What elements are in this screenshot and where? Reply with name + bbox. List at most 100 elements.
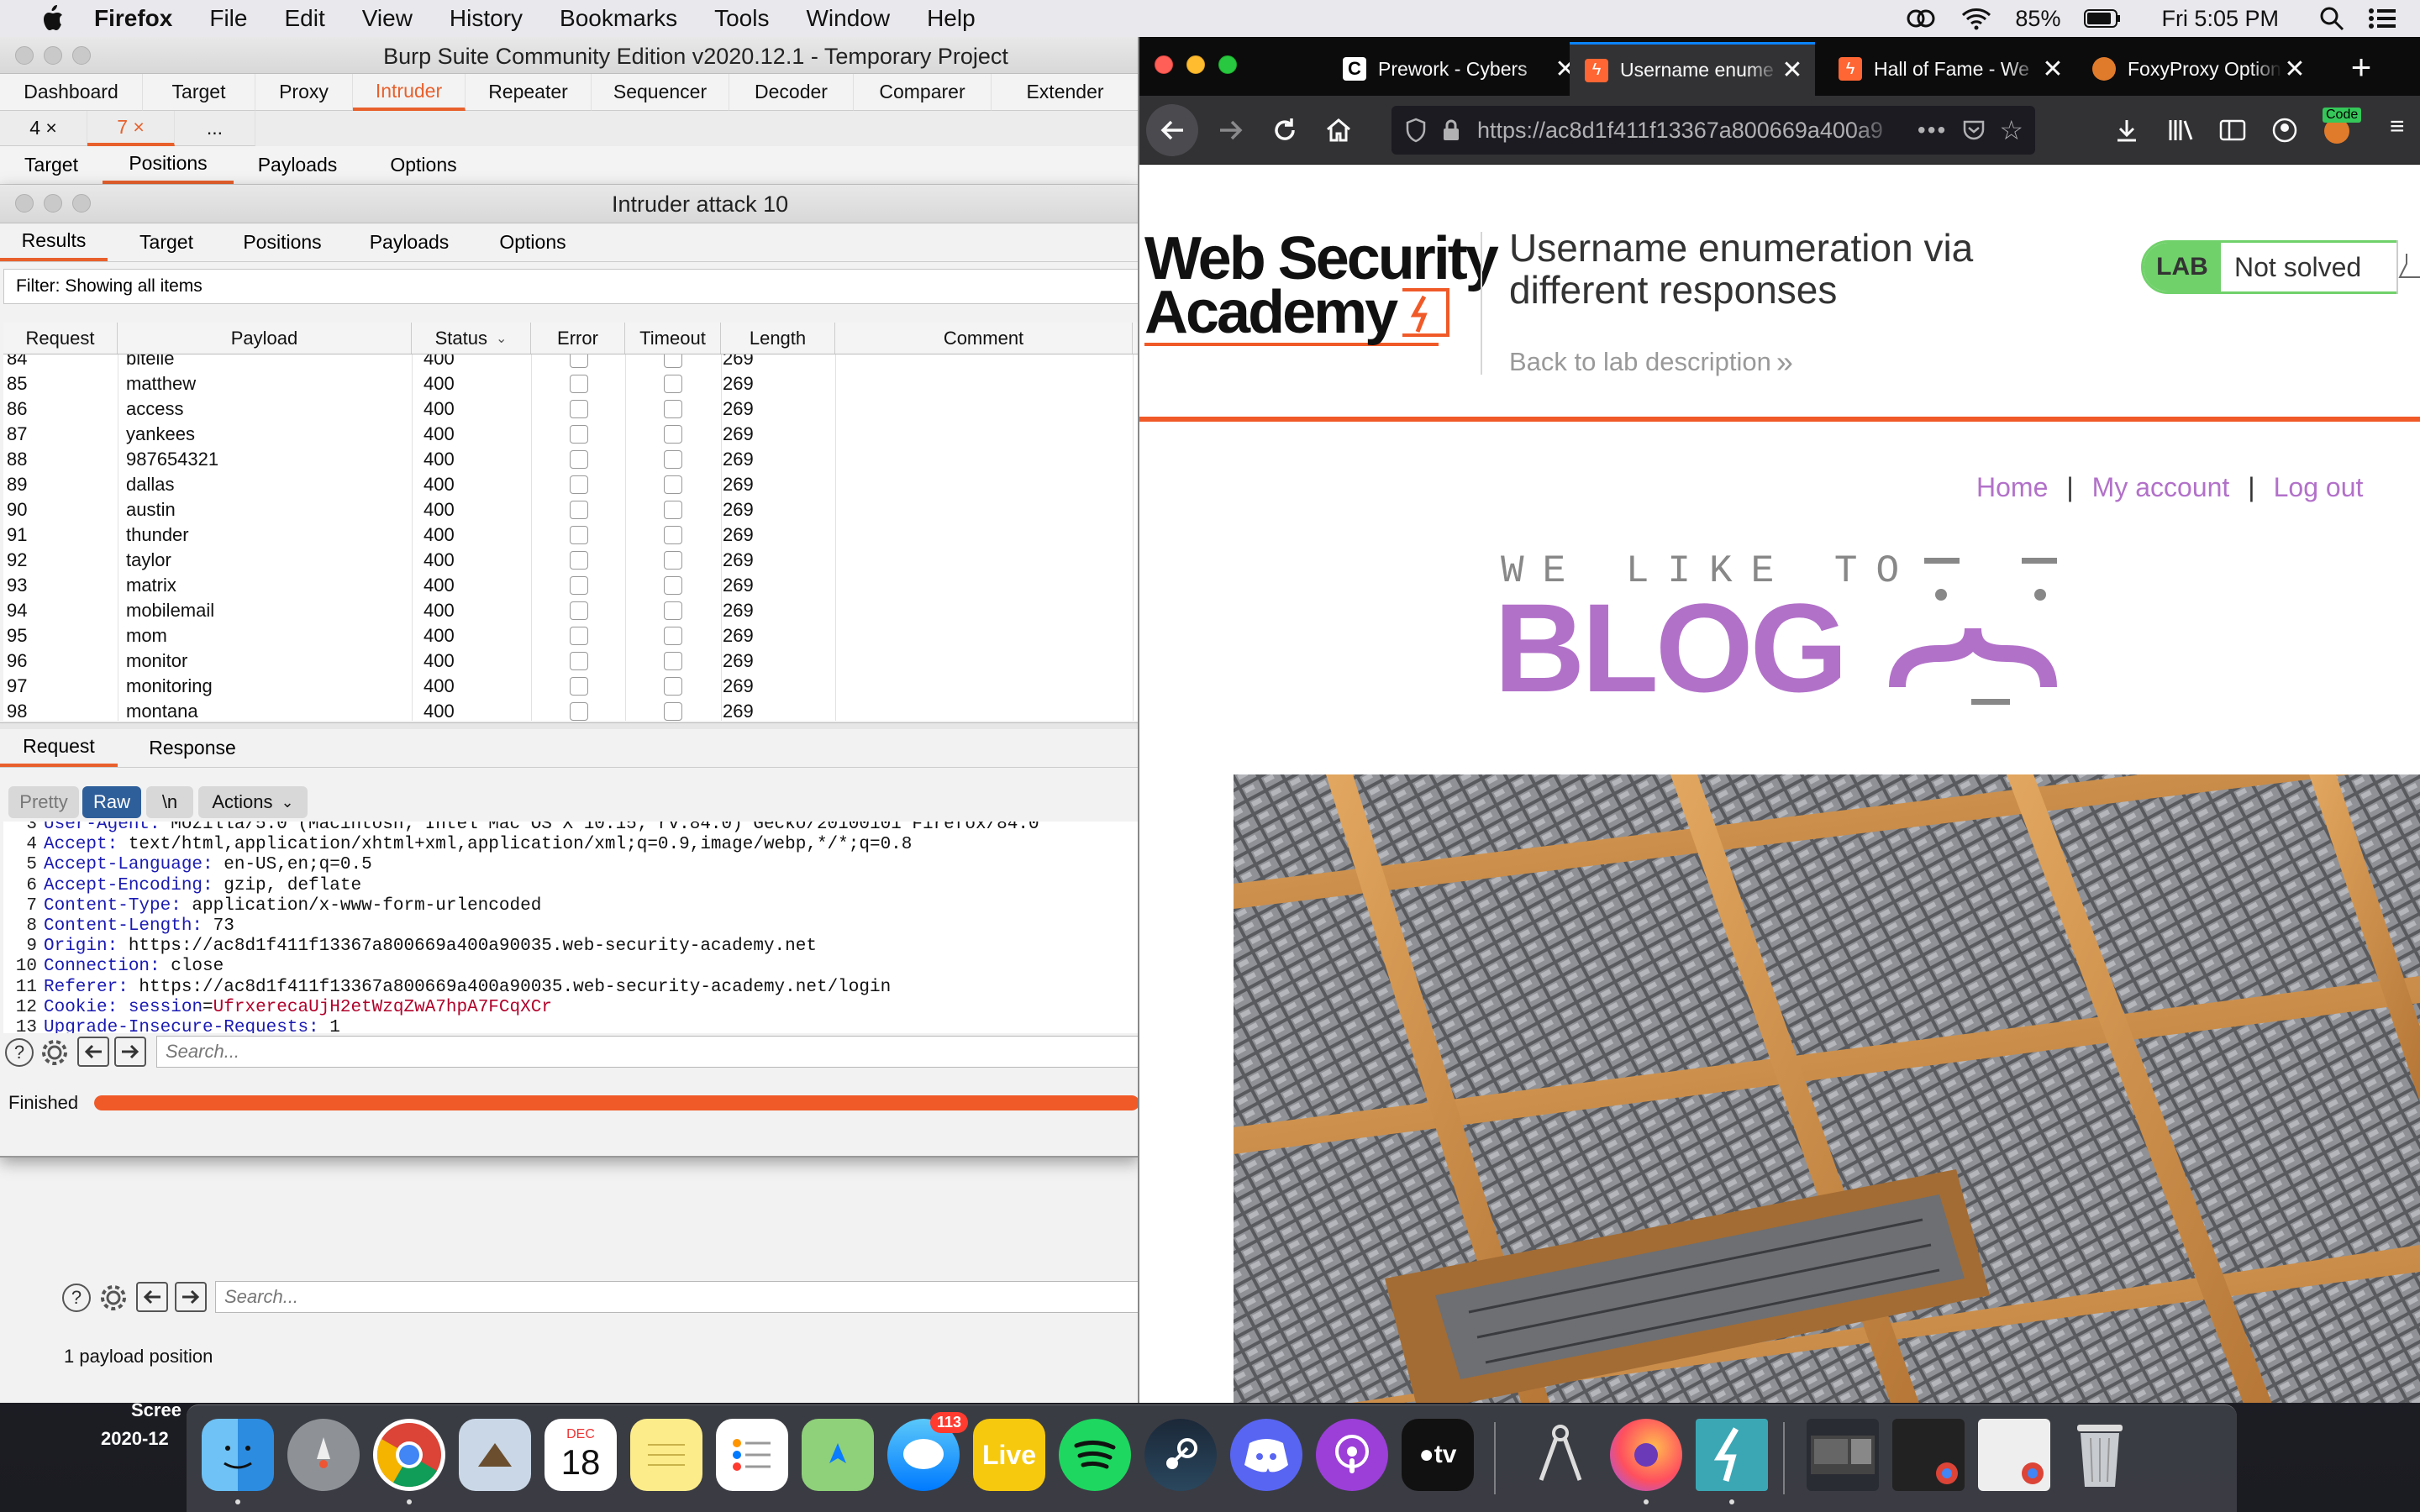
podcasts-icon[interactable] (1316, 1419, 1388, 1491)
finder-icon[interactable] (202, 1419, 274, 1491)
nav-home[interactable]: Home (1976, 472, 2048, 503)
newline-toggle-button[interactable]: \n (146, 786, 193, 818)
table-row[interactable]: 94 mobilemail 400 269 (3, 598, 1138, 623)
hamburger-menu-icon[interactable]: ≡ (2390, 113, 2415, 146)
bookmark-star-icon[interactable]: ☆ (1999, 114, 2023, 146)
calendar-icon[interactable]: DEC 18 (544, 1419, 617, 1491)
ableton-live-icon[interactable]: Live (973, 1419, 1045, 1491)
menu-bookmarks[interactable]: Bookmarks (560, 5, 677, 32)
forward-arrow-icon[interactable] (175, 1282, 207, 1312)
col-payload[interactable]: Payload (118, 323, 412, 354)
results-tab-positions[interactable]: Positions (225, 223, 339, 261)
table-row[interactable]: 96 monitor 400 269 (3, 648, 1138, 674)
tab-repeater[interactable]: Repeater (466, 74, 592, 111)
back-icon[interactable] (1146, 104, 1198, 156)
creative-cloud-icon[interactable] (1904, 7, 1938, 30)
notes-icon[interactable] (630, 1419, 702, 1491)
spotify-icon[interactable] (1059, 1419, 1131, 1491)
home-icon[interactable] (1316, 108, 1361, 153)
intruder-tab-target[interactable]: Target (0, 146, 103, 184)
launchpad-icon[interactable] (287, 1419, 360, 1491)
burp-suite-icon[interactable] (1696, 1419, 1768, 1491)
pocket-icon[interactable] (1962, 119, 1986, 141)
table-row[interactable]: 89 dallas 400 269 (3, 472, 1138, 497)
raw-button[interactable]: Raw (82, 786, 141, 818)
tab-comparer[interactable]: Comparer (854, 74, 992, 111)
minimized-window-thumb-3[interactable] (1978, 1419, 2050, 1491)
results-tab-payloads[interactable]: Payloads (339, 223, 479, 261)
col-timeout[interactable]: Timeout (625, 323, 721, 354)
intruder-tab-payloads[interactable]: Payloads (234, 146, 361, 184)
results-tab-results[interactable]: Results (0, 223, 108, 261)
ff-zoom-button[interactable] (1218, 55, 1237, 74)
tab-response[interactable]: Response (118, 729, 267, 767)
library-icon[interactable] (2160, 109, 2202, 151)
table-row[interactable]: 88 987654321 400 269 (3, 447, 1138, 472)
request-editor[interactable]: 3 User-Agent: Mozilla/5.0 (Macintosh; Int… (3, 822, 1138, 1033)
col-length[interactable]: Length (721, 323, 835, 354)
chrome-icon[interactable] (373, 1419, 445, 1491)
ff-close-button[interactable] (1155, 55, 1173, 74)
account-icon[interactable] (2264, 109, 2306, 151)
table-row[interactable]: 98 montana 400 269 (3, 699, 1138, 721)
shield-icon[interactable] (1405, 118, 1427, 143)
download-icon[interactable] (2106, 109, 2148, 151)
apple-tv-icon[interactable]: ● tv (1402, 1419, 1474, 1491)
pretty-button[interactable]: Pretty (8, 786, 79, 818)
wsa-logo[interactable]: Web Security Academy (1144, 228, 1499, 346)
new-tab-plus-icon[interactable]: + (2338, 44, 2385, 91)
tab-sequencer[interactable]: Sequencer (592, 74, 729, 111)
editor-help-icon[interactable]: ? (5, 1038, 34, 1067)
menu-file[interactable]: File (209, 5, 247, 32)
col-error[interactable]: Error (531, 323, 625, 354)
menu-tools[interactable]: Tools (714, 5, 769, 32)
col-status[interactable]: Status ⌄ (412, 323, 531, 354)
attack-zoom-button[interactable] (72, 194, 91, 213)
url-bar[interactable]: https://ac8d1f411f13367a800669a400a9 •••… (1392, 106, 2035, 155)
nav-my-account[interactable]: My account (2092, 472, 2230, 503)
menu-history[interactable]: History (450, 5, 523, 32)
nav-log-out[interactable]: Log out (2274, 472, 2364, 503)
tab-dashboard[interactable]: Dashboard (0, 74, 143, 111)
tab-intruder[interactable]: Intruder (353, 74, 466, 111)
instruments-icon[interactable] (1524, 1419, 1597, 1491)
mail-stamp-icon[interactable] (459, 1419, 531, 1491)
apple-icon[interactable] (35, 5, 69, 32)
ff-tab-username-enum[interactable]: ϟ Username enume ✕ (1570, 42, 1815, 96)
menu-view[interactable]: View (362, 5, 413, 32)
table-row[interactable]: 97 monitoring 400 269 (3, 674, 1138, 699)
back-arrow-icon[interactable] (136, 1282, 168, 1312)
menu-help[interactable]: Help (927, 5, 976, 32)
table-row[interactable]: 93 matrix 400 269 (3, 573, 1138, 598)
reload-icon[interactable] (1262, 108, 1307, 153)
close-tab-icon[interactable]: ✕ (1780, 55, 1805, 85)
tab-request[interactable]: Request (0, 729, 118, 767)
minimized-window-thumb-2[interactable] (1892, 1419, 1965, 1491)
forward-icon[interactable] (1208, 108, 1254, 153)
table-row[interactable]: 86 access 400 269 (3, 396, 1138, 422)
wifi-icon[interactable] (1961, 7, 1991, 30)
table-row[interactable]: 85 matthew 400 269 (3, 371, 1138, 396)
attack-close-button[interactable] (15, 194, 34, 213)
blog-post-image[interactable] (1234, 774, 2420, 1403)
editor-next-icon[interactable] (114, 1037, 146, 1067)
firefox-icon[interactable] (1610, 1419, 1682, 1491)
menu-window[interactable]: Window (806, 5, 890, 32)
desktop-file-label-1[interactable]: Scree (131, 1399, 182, 1421)
table-row[interactable]: 84 bitelle 400 269 (3, 354, 1138, 371)
results-tab-options[interactable]: Options (479, 223, 587, 261)
results-filter-bar[interactable]: Filter: Showing all items (3, 269, 1138, 304)
more-actions-icon[interactable]: ••• (1918, 117, 1947, 144)
editor-prev-icon[interactable] (77, 1037, 109, 1067)
lock-icon[interactable] (1442, 118, 1460, 142)
close-tab-icon[interactable]: ✕ (2040, 55, 2065, 84)
pane-divider[interactable] (0, 722, 1138, 729)
editor-search-input[interactable]: Search... (156, 1036, 1138, 1068)
back-to-lab-link[interactable]: Back to lab description» (1509, 344, 1793, 380)
table-row[interactable]: 91 thunder 400 269 (3, 522, 1138, 548)
trash-icon[interactable] (2064, 1419, 2136, 1491)
attack-tab-7[interactable]: 7 × (87, 111, 175, 146)
url-text[interactable]: https://ac8d1f411f13367a800669a400a9 (1477, 118, 1902, 144)
control-center-icon[interactable] (2368, 7, 2396, 30)
messages-icon[interactable]: 113 (887, 1412, 968, 1491)
